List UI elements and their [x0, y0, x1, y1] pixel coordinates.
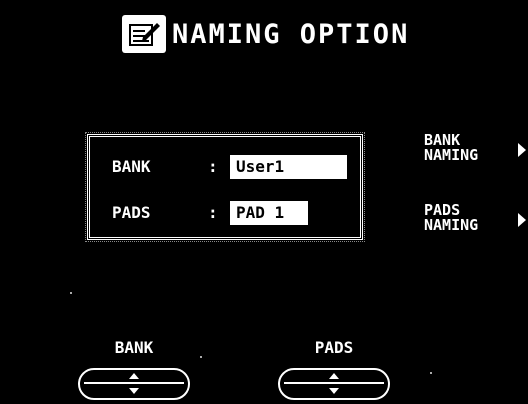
pads-rocker-label: PADS — [314, 338, 354, 357]
bank-rocker-label: BANK — [114, 338, 154, 357]
bank-name-field[interactable]: User1 — [230, 155, 347, 179]
chevron-up-icon[interactable] — [329, 373, 339, 379]
bank-rocker[interactable]: BANK — [74, 338, 194, 404]
up-down-rocker-icon[interactable] — [78, 368, 190, 400]
pads-label: PADS — [112, 203, 151, 222]
lcd-screen: NAMING OPTION BANK : User1 PADS : PAD 1 … — [0, 0, 528, 404]
bank-label: BANK — [112, 157, 151, 176]
page-title-text: NAMING OPTION — [172, 18, 410, 50]
bank-separator: : — [208, 157, 218, 176]
bank-naming-label: BANK NAMING — [424, 131, 479, 164]
noise-speck — [70, 292, 72, 294]
chevron-down-icon[interactable] — [129, 388, 139, 394]
bank-naming-button[interactable]: BANK NAMING — [424, 133, 528, 169]
page-title: NAMING OPTION — [122, 14, 409, 54]
naming-info-box: BANK : User1 PADS : PAD 1 — [85, 132, 365, 242]
arrow-right-icon — [518, 213, 526, 227]
noise-speck — [430, 372, 432, 374]
naming-document-icon — [122, 15, 166, 53]
arrow-right-icon — [518, 143, 526, 157]
chevron-down-icon[interactable] — [329, 388, 339, 394]
pads-name-field[interactable]: PAD 1 — [230, 201, 308, 225]
pads-naming-label: PADS NAMING — [424, 201, 479, 234]
noise-speck — [200, 356, 202, 358]
pads-rocker[interactable]: PADS — [274, 338, 394, 404]
pads-separator: : — [208, 203, 218, 222]
chevron-up-icon[interactable] — [129, 373, 139, 379]
pads-naming-button[interactable]: PADS NAMING — [424, 203, 528, 239]
up-down-rocker-icon[interactable] — [278, 368, 390, 400]
